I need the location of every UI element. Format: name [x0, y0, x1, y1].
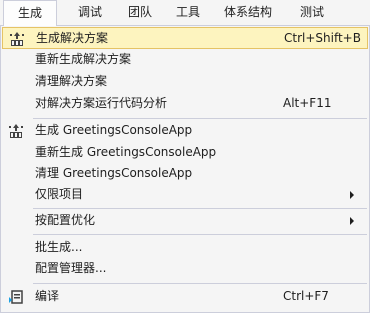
menu-separator — [33, 118, 367, 119]
build-icon — [9, 31, 25, 47]
submenu-arrow-icon — [350, 191, 354, 199]
menu-item-project-only[interactable]: 仅限项目 — [2, 184, 368, 206]
build-icon — [8, 123, 24, 139]
menu-separator — [33, 208, 367, 209]
menu-separator — [33, 234, 367, 235]
menu-item-label: 清理 GreetingsConsoleApp — [35, 166, 193, 180]
menu-item-compile[interactable]: 编译 Ctrl+F7 — [2, 286, 368, 308]
menu-item-label: 批生成... — [35, 240, 83, 254]
menu-item-build-project[interactable]: 生成 GreetingsConsoleApp — [2, 120, 368, 142]
menu-item-label: 对解决方案运行代码分析 — [35, 96, 168, 110]
menu-bar: 生成 调试 团队 工具 体系结构 测试 — [0, 0, 370, 26]
menubar-item-tools[interactable]: 工具 — [166, 0, 210, 25]
menu-item-configuration-manager[interactable]: 配置管理器... — [2, 258, 368, 280]
menu-item-label: 按配置优化 — [35, 213, 96, 227]
menubar-item-test[interactable]: 测试 — [290, 0, 334, 25]
menu-item-label: 清理解决方案 — [35, 74, 108, 88]
menu-item-shortcut: Ctrl+Shift+B — [284, 31, 361, 45]
menu-item-label: 生成 GreetingsConsoleApp — [35, 123, 193, 137]
menubar-item-debug[interactable]: 调试 — [68, 0, 112, 25]
build-dropdown-menu: 生成解决方案 Ctrl+Shift+B 重新生成解决方案 清理解决方案 对解决方… — [0, 25, 370, 313]
menu-separator — [33, 283, 367, 284]
menubar-item-architecture[interactable]: 体系结构 — [216, 0, 280, 25]
menu-item-run-code-analysis[interactable]: 对解决方案运行代码分析 Alt+F11 — [2, 93, 368, 115]
menu-item-batch-build[interactable]: 批生成... — [2, 237, 368, 259]
menubar-item-build[interactable]: 生成 — [3, 0, 57, 26]
menu-item-shortcut: Alt+F11 — [283, 96, 332, 110]
menu-item-label: 编译 — [35, 289, 60, 303]
menu-item-rebuild-project[interactable]: 重新生成 GreetingsConsoleApp — [2, 142, 368, 164]
menu-item-clean-project[interactable]: 清理 GreetingsConsoleApp — [2, 163, 368, 185]
menu-item-label: 配置管理器... — [35, 261, 107, 275]
menu-item-label: 重新生成 GreetingsConsoleApp — [35, 145, 217, 159]
compile-icon — [8, 289, 24, 305]
submenu-arrow-icon — [350, 217, 354, 225]
menu-item-rebuild-solution[interactable]: 重新生成解决方案 — [2, 49, 368, 71]
menubar-item-team[interactable]: 团队 — [118, 0, 162, 25]
menu-item-build-solution[interactable]: 生成解决方案 Ctrl+Shift+B — [2, 27, 368, 49]
menu-item-label: 仅限项目 — [35, 187, 84, 201]
menu-item-label: 重新生成解决方案 — [35, 52, 132, 66]
menu-item-profile-guided-optimization[interactable]: 按配置优化 — [2, 210, 368, 232]
menu-item-label: 生成解决方案 — [36, 31, 109, 45]
menu-item-clean-solution[interactable]: 清理解决方案 — [2, 71, 368, 93]
menu-item-shortcut: Ctrl+F7 — [283, 289, 329, 303]
